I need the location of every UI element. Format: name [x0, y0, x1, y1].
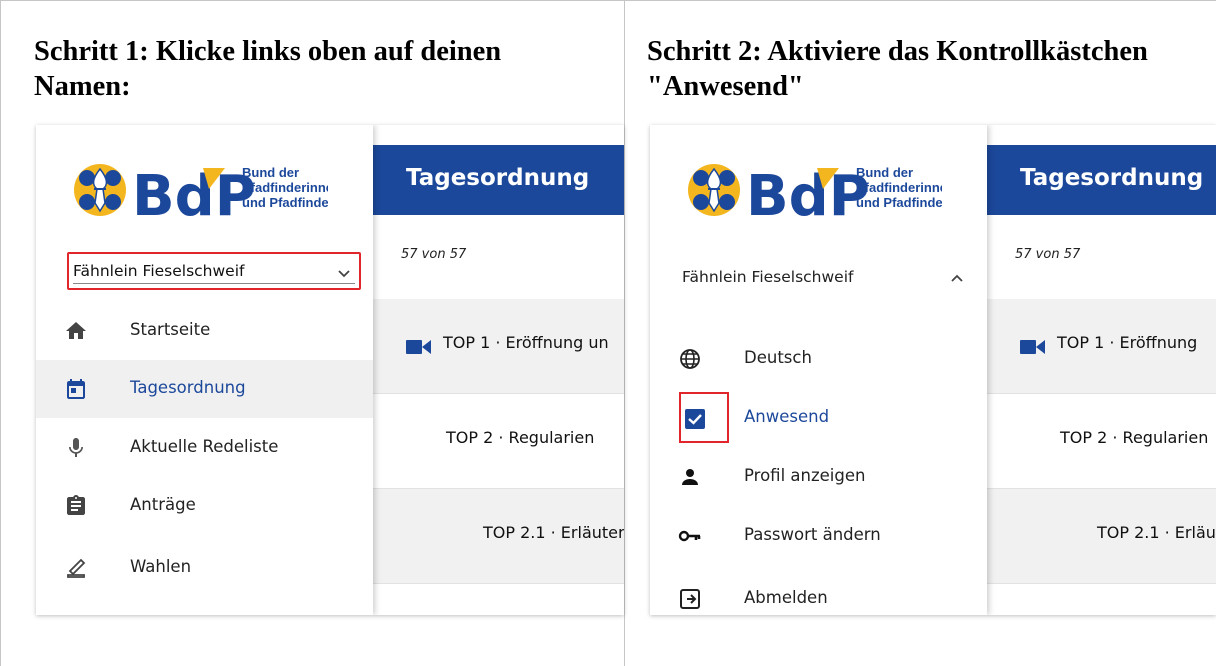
nav-item-antraege[interactable]: Anträge: [36, 477, 373, 535]
agenda-row[interactable]: TOP 2 · Regularien: [373, 394, 624, 489]
menu-item-password[interactable]: Passwort ändern: [650, 507, 987, 565]
menu-label-profile: Profil anzeigen: [744, 466, 866, 485]
sidebar: BdP Bund der Pfadfinderinnen und Pfadfin…: [650, 125, 987, 615]
chevron-up-icon[interactable]: [950, 270, 964, 282]
ballot-icon: [64, 556, 88, 580]
menu-label-language: Deutsch: [744, 348, 812, 367]
menu-label-anwesend: Anwesend: [744, 407, 830, 426]
logo-letters: BdP: [746, 164, 870, 225]
nav-label-tagesordnung: Tagesordnung: [130, 378, 246, 397]
agenda-row-title: TOP 2 · Regularien: [446, 428, 595, 447]
column-divider: [624, 0, 625, 666]
bdp-logo-graphic: BdP Bund der Pfadfinderinnen und Pfadfin…: [74, 164, 328, 225]
logout-icon: [678, 587, 702, 611]
chevron-down-icon: [337, 266, 351, 278]
logo-line2: Pfadfinderinnen: [856, 180, 942, 195]
agenda-row[interactable]: TOP 1 · Eröffnung: [987, 299, 1216, 394]
logo-line1: Bund der: [242, 165, 299, 180]
nav-label-wahlen: Wahlen: [130, 557, 192, 576]
nav-item-redeliste[interactable]: Aktuelle Redeliste: [36, 419, 373, 477]
home-icon: [64, 319, 88, 343]
bdp-logo: BdP Bund der Pfadfinderinnen und Pfadfin…: [682, 155, 942, 225]
checkbox-checked-icon[interactable]: [685, 409, 705, 429]
agenda-count: 57 von 57: [1015, 247, 1081, 262]
video-camera-icon: [1020, 340, 1046, 354]
logo-line1: Bund der: [856, 165, 913, 180]
agenda-header-title: Tagesordnung: [1020, 165, 1204, 191]
agenda-row-title: TOP 1 · Eröffnung: [1057, 333, 1198, 352]
menu-label-password: Passwort ändern: [744, 525, 881, 544]
microphone-icon: [64, 436, 88, 460]
agenda-row[interactable]: TOP 2.1 · Erläuter: [373, 489, 624, 584]
agenda-panel: Tagesordnung 57 von 57 TOP 1 · Eröffnung…: [373, 125, 624, 615]
agenda-row-title: TOP 2.1 · Erläuter: [483, 523, 624, 542]
logo-line2: Pfadfinderinnen: [242, 180, 328, 195]
agenda-row[interactable]: [373, 584, 624, 615]
clipboard-icon: [64, 494, 88, 518]
user-menu-toggle[interactable]: Fähnlein Fieselschweif: [682, 268, 853, 286]
person-icon: [678, 465, 702, 489]
video-camera-icon: [406, 340, 432, 354]
select-underline: [73, 283, 355, 284]
nav-label-startseite: Startseite: [130, 320, 211, 339]
calendar-icon: [64, 377, 88, 401]
agenda-count: 57 von 57: [401, 247, 467, 262]
menu-label-logout: Abmelden: [744, 588, 828, 607]
logo-line3: und Pfadfinder: [856, 195, 942, 210]
key-icon: [678, 524, 702, 548]
globe-icon: [678, 347, 702, 371]
logo-line3: und Pfadfinder: [242, 195, 328, 210]
nav-label-redeliste: Aktuelle Redeliste: [130, 437, 279, 456]
nav-item-tagesordnung[interactable]: Tagesordnung: [36, 360, 373, 418]
menu-item-language[interactable]: Deutsch: [650, 330, 987, 388]
nav-item-startseite[interactable]: Startseite: [36, 302, 373, 360]
nav-item-wahlen[interactable]: Wahlen: [36, 539, 373, 597]
step1-screenshot: BdP Bund der Pfadfinderinnen und Pfadfin…: [36, 125, 624, 615]
agenda-row-title: TOP 1 · Eröffnung un: [443, 333, 609, 352]
agenda-header: Tagesordnung: [987, 145, 1216, 215]
bdp-logo-graphic: BdP Bund der Pfadfinderinnen und Pfadfin…: [688, 164, 942, 225]
agenda-row[interactable]: TOP 1 · Eröffnung un: [373, 299, 624, 394]
group-select-value: Fähnlein Fieselschweif: [73, 262, 245, 280]
logo-letters: BdP: [132, 164, 256, 225]
step1-title: Schritt 1: Klicke links oben auf deinen …: [34, 36, 502, 102]
sidebar: BdP Bund der Pfadfinderinnen und Pfadfin…: [36, 125, 373, 615]
agenda-row-title: TOP 2 · Regularien: [1060, 428, 1209, 447]
step2-screenshot: BdP Bund der Pfadfinderinnen und Pfadfin…: [650, 125, 1216, 615]
agenda-row[interactable]: [987, 584, 1216, 615]
agenda-panel: Tagesordnung 57 von 57 TOP 1 · Eröffnung…: [987, 125, 1216, 615]
agenda-header-title: Tagesordnung: [406, 165, 590, 191]
agenda-header: Tagesordnung: [373, 145, 624, 215]
agenda-row-title: TOP 2.1 · Erläut: [1097, 523, 1216, 542]
menu-item-logout[interactable]: Abmelden: [650, 570, 987, 615]
step2-title: Schritt 2: Aktiviere das Kontrollkästche…: [647, 36, 1148, 102]
agenda-row[interactable]: TOP 2.1 · Erläut: [987, 489, 1216, 584]
agenda-row[interactable]: TOP 2 · Regularien: [987, 394, 1216, 489]
nav-label-antraege: Anträge: [130, 495, 196, 514]
menu-item-profile[interactable]: Profil anzeigen: [650, 448, 987, 506]
group-select[interactable]: Fähnlein Fieselschweif: [67, 252, 361, 290]
bdp-logo: BdP Bund der Pfadfinderinnen und Pfadfin…: [68, 155, 328, 225]
